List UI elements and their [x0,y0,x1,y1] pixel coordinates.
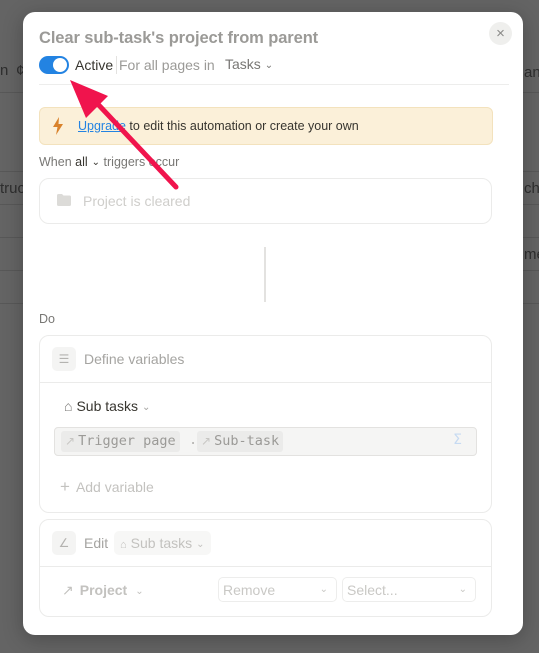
add-variable-button[interactable]: + Add variable [60,477,154,497]
automation-title[interactable]: Clear sub-task's project from parent [39,29,318,48]
when-suffix: triggers occur [103,155,180,169]
variable-name-dropdown[interactable]: ⌂ Sub tasks ⌄ [64,398,150,414]
add-variable-label: Add variable [75,479,154,495]
when-prefix: When [39,155,72,169]
background-text: n [0,62,9,79]
define-variables-header[interactable]: ☰ Define variables [40,336,491,383]
edit-pages-card: ∠ Edit ⌂ Sub tasks ⌄ ↗ Project ⌄ Remove ⌄ Sel… [39,519,492,617]
banner-message: to edit this automation or create your o… [125,119,359,133]
chevron-down-icon: ⌄ [264,60,274,71]
bottle-icon: ⌂ [64,398,73,414]
edit-label: Edit [84,535,109,551]
trigger-mode-dropdown[interactable]: all ⌄ [75,155,100,169]
define-variables-label: Define variables [84,351,185,367]
formula-input[interactable]: ↗ Trigger page . ↗ Sub-task Σ [54,427,477,456]
scope-label: For all pages in [119,57,215,73]
define-variables-card: ☰ Define variables ⌂ Sub tasks ⌄ ↗ Trigger … [39,335,492,513]
bottle-icon: ⌂ [120,539,127,551]
trigger-label: Project is cleared [83,193,191,209]
close-button[interactable]: × [489,22,512,45]
action-value: Remove [223,582,276,598]
token-label: Sub-task [214,433,280,449]
divider [116,56,117,74]
active-toggle[interactable] [39,56,69,74]
close-icon: × [496,25,505,42]
property-name: Project [79,582,128,598]
pencil-icon: ∠ [52,531,76,555]
trigger-card[interactable]: Project is cleared [39,178,492,224]
sigma-icon[interactable]: Σ [453,432,462,448]
background-text: ann [524,64,539,81]
formula-token[interactable]: ↗ Sub-task [197,431,284,452]
upgrade-link[interactable]: Upgrade [78,119,126,133]
formula-token[interactable]: ↗ Trigger page [61,431,180,452]
folder-icon [57,194,71,206]
banner-text: Upgrade to edit this automation or creat… [78,119,359,133]
variables-icon: ☰ [52,347,76,371]
value-select[interactable]: Select... ⌄ [342,577,476,602]
flow-connector [264,247,266,302]
token-label: Trigger page [78,433,176,449]
chevron-down-icon: ⌄ [135,586,144,597]
chevron-down-icon: ⌄ [196,539,205,550]
automation-modal: Clear sub-task's project from parent × A… [23,12,523,635]
formula-separator: . [189,432,198,448]
value-placeholder: Select... [347,582,398,598]
toggle-knob [53,58,67,72]
header-divider [39,84,509,85]
chevron-down-icon: ⌄ [91,157,101,168]
database-name: Tasks [225,56,261,72]
background-text: me [524,246,539,263]
database-dropdown[interactable]: Tasks ⌄ [225,56,273,72]
variable-name: Sub tasks [76,398,138,414]
chevron-down-icon: ⌄ [141,402,151,413]
chevron-down-icon: ⌄ [319,584,328,595]
relation-arrow-icon: ↗ [65,434,76,448]
active-label: Active [75,57,114,73]
relation-arrow-icon: ↗ [201,434,212,448]
property-dropdown[interactable]: ↗ Project ⌄ [62,582,144,599]
background-text: che [524,180,539,197]
upgrade-banner: Upgrade to edit this automation or creat… [39,107,493,145]
relation-arrow-icon: ↗ [62,582,74,598]
edit-header: ∠ Edit ⌂ Sub tasks ⌄ [40,520,491,567]
edit-target-dropdown[interactable]: ⌂ Sub tasks ⌄ [114,531,211,555]
lightning-icon [53,117,63,135]
edit-target: Sub tasks [130,535,193,551]
when-clause: When all ⌄ triggers occur [39,155,179,169]
background-text: truc [0,180,26,197]
action-select[interactable]: Remove ⌄ [218,577,337,602]
plus-icon: + [60,477,70,496]
chevron-down-icon: ⌄ [458,584,467,595]
do-label: Do [39,312,55,326]
trigger-mode: all [75,155,88,169]
